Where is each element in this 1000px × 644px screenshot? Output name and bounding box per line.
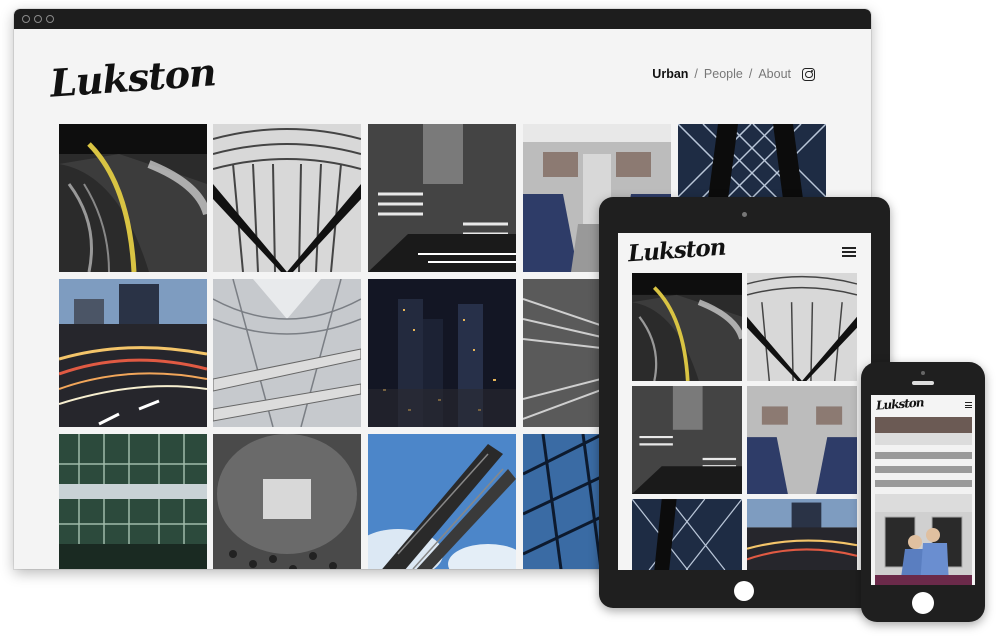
photo-sky-sculpture[interactable] (368, 434, 516, 569)
tablet-home-button[interactable] (734, 581, 754, 601)
photo-green-glass-building[interactable] (59, 434, 207, 569)
browser-titlebar (14, 9, 871, 29)
photo-glass-tower[interactable] (678, 124, 826, 199)
photo-railway-tracks[interactable] (59, 124, 207, 272)
window-maximize-dot[interactable] (46, 15, 54, 23)
phone-screen: Lukston (871, 395, 975, 585)
tablet-device: Lukston (599, 197, 890, 608)
nav-item-urban[interactable]: Urban (652, 67, 688, 81)
tablet-site-logo[interactable]: Lukston (627, 234, 726, 268)
nav-item-people[interactable]: People (704, 67, 743, 81)
hamburger-icon[interactable] (842, 247, 856, 257)
tablet-photo-glass-tower[interactable] (632, 499, 742, 570)
instagram-icon[interactable] (802, 67, 815, 81)
window-minimize-dot[interactable] (34, 15, 42, 23)
tablet-photo-railway-tracks[interactable] (632, 273, 742, 381)
nav-separator: / (748, 67, 753, 81)
tablet-photo-steel-v-structure[interactable] (747, 273, 857, 381)
nav-separator: / (694, 67, 698, 81)
photo-atrium-walkways[interactable] (213, 279, 361, 427)
phone-device: Lukston (861, 362, 985, 622)
photo-mirror-plaza[interactable] (213, 434, 361, 569)
photo-steel-v-structure[interactable] (213, 124, 361, 272)
phone-photo-crosswalk-police[interactable] (875, 417, 972, 585)
main-nav: Urban / People / About (652, 67, 815, 81)
phone-site-logo[interactable]: Lukston (876, 395, 924, 412)
nav-item-about[interactable]: About (758, 67, 791, 81)
tablet-photo-train-interior[interactable] (747, 386, 857, 494)
photo-night-cityscape[interactable] (368, 279, 516, 427)
hamburger-icon[interactable] (965, 402, 972, 408)
tablet-photo-traffic-light-trails[interactable] (747, 499, 857, 570)
tablet-screen: Lukston (618, 233, 871, 570)
photo-spiral-staircase[interactable] (368, 124, 516, 272)
tablet-camera (742, 212, 747, 217)
phone-home-button[interactable] (912, 592, 934, 614)
site-logo[interactable]: Lukston (49, 49, 217, 105)
window-close-dot[interactable] (22, 15, 30, 23)
phone-camera (921, 371, 925, 375)
photo-traffic-light-trails[interactable] (59, 279, 207, 427)
phone-speaker (912, 381, 934, 385)
tablet-photo-spiral-staircase[interactable] (632, 386, 742, 494)
